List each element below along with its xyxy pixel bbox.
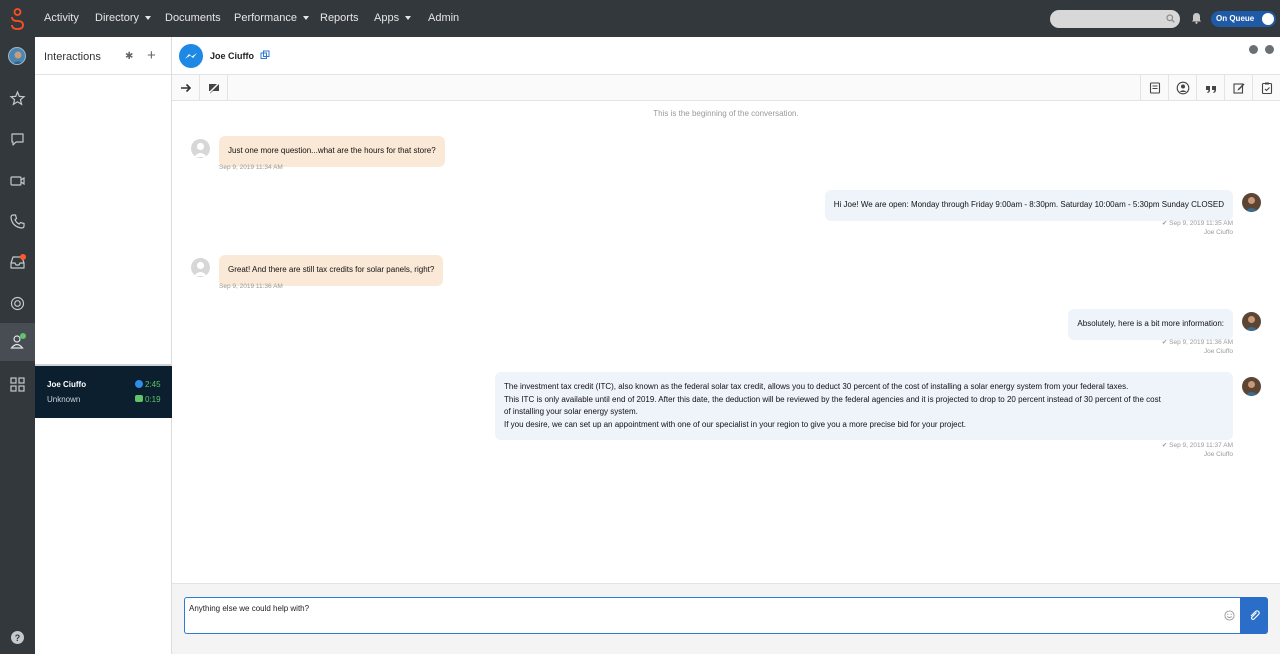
user-avatar[interactable] [8,47,26,65]
message-timestamp: ✔ Sep 9, 2019 11:36 AM [1162,338,1233,346]
script-button[interactable] [1140,75,1168,101]
customer-avatar [191,139,210,158]
conversation-start-notice: This is the beginning of the conversatio… [172,109,1280,118]
left-rail: ? [0,37,35,654]
gear-icon[interactable]: ✱ [125,51,133,62]
contact-name: Joe Ciuffo [210,51,254,61]
clipboard-button[interactable] [1252,75,1280,101]
script-icon [1148,81,1162,95]
add-interaction-icon[interactable]: + [147,47,156,64]
apps-icon[interactable] [9,376,26,393]
chat-timer: 0:19 [145,395,161,404]
nav-reports[interactable]: Reports [320,12,359,24]
copy-icon[interactable] [260,50,270,60]
messenger-timer: 2:45 [145,380,161,389]
customer-message: Great! And there are still tax credits f… [219,255,443,286]
rail-item-active[interactable] [0,323,35,361]
message-timestamp: ✔ Sep 9, 2019 11:37 AM [1162,441,1233,449]
agent-message: Absolutely, here is a bit more informati… [1068,309,1233,340]
divider [35,74,171,75]
messenger-icon [135,380,143,388]
status-dot [20,333,26,339]
responses-button[interactable] [1196,75,1224,101]
search-icon [1166,14,1175,23]
agent-avatar [1242,312,1261,331]
collapse-left-icon[interactable] [1249,45,1258,54]
paperclip-icon [1248,609,1260,621]
nav-apps[interactable]: Apps [374,12,411,24]
message-input-text: Anything else we could help with? [189,604,309,613]
quote-icon [1204,81,1218,95]
message-timestamp: ✔ Sep 9, 2019 11:35 AM [1162,219,1233,227]
chevron-down-icon [145,16,151,20]
clipboard-icon [1260,81,1274,95]
emoji-icon[interactable] [1224,610,1235,621]
interactions-panel: Interactions ✱ + Joe Ciuffo Unknown 2:45… [35,37,172,654]
help-icon[interactable]: ? [9,629,26,646]
chevron-down-icon [303,16,309,20]
end-chat-icon [207,81,221,95]
chat-icon[interactable] [9,131,26,148]
message-author: Joe Ciuffo [1204,229,1233,236]
messenger-icon [179,44,203,68]
message-author: Joe Ciuffo [1204,451,1233,458]
interaction-toolbar [172,75,1280,101]
message-composer-area: Anything else we could help with? [172,583,1280,654]
nav-directory[interactable]: Directory [95,12,151,24]
arrow-right-icon [179,81,193,95]
lifebuoy-icon[interactable] [9,295,26,312]
chevron-down-icon [405,16,411,20]
end-chat-button[interactable] [200,75,228,101]
message-author: Joe Ciuffo [1204,348,1233,355]
agent-avatar [1242,377,1261,396]
star-icon[interactable] [9,90,26,107]
search-input[interactable] [1050,10,1180,28]
contact-button[interactable] [1168,75,1196,101]
nav-documents[interactable]: Documents [165,12,221,24]
on-queue-label: On Queue [1216,14,1254,23]
nav-admin[interactable]: Admin [428,12,459,24]
agent-message: Hi Joe! We are open: Monday through Frid… [825,190,1233,221]
nav-activity[interactable]: Activity [44,12,79,24]
attach-button[interactable] [1240,597,1268,634]
bell-icon[interactable] [1191,12,1202,24]
message-timestamp: Sep 9, 2019 11:36 AM [219,283,283,290]
customer-message: Just one more question...what are the ho… [219,136,445,167]
popout-icon[interactable] [1265,45,1274,54]
interaction-card[interactable]: Joe Ciuffo Unknown 2:45 0:19 [35,366,172,418]
phone-icon[interactable] [9,213,26,230]
toggle-knob [1262,13,1274,25]
chat-transcript: This is the beginning of the conversatio… [172,101,1280,583]
edit-icon [1232,81,1246,95]
chat-icon [135,395,143,402]
user-circle-icon [1176,81,1190,95]
notification-dot [20,254,26,260]
svg-text:?: ? [15,633,21,643]
genesys-logo-icon[interactable] [10,8,25,30]
transfer-button[interactable] [172,75,200,101]
top-navigation-bar: Activity Directory Documents Performance… [0,0,1280,37]
message-timestamp: Sep 9, 2019 11:34 AM [219,164,283,171]
interaction-contact-name: Joe Ciuffo [47,380,86,389]
interaction-subtitle: Unknown [47,395,80,404]
agent-avatar [1242,193,1261,212]
customer-avatar [191,258,210,277]
message-input[interactable]: Anything else we could help with? [184,597,1240,634]
on-queue-toggle[interactable]: On Queue [1211,11,1276,27]
agent-message: The investment tax credit (ITC), also kn… [495,372,1233,440]
wrap-up-button[interactable] [1224,75,1252,101]
video-icon[interactable] [9,172,26,189]
conversation-header: Joe Ciuffo [172,37,1280,75]
interactions-title: Interactions [44,51,101,63]
nav-performance[interactable]: Performance [234,12,309,24]
